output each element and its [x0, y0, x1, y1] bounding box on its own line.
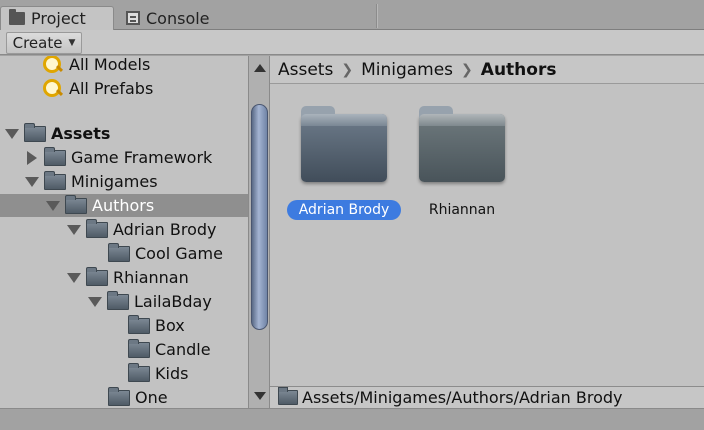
- tab-bar: Project Console: [0, 0, 704, 30]
- folder-icon: [9, 9, 25, 25]
- folder-icon: [44, 170, 66, 190]
- toolbar: Create ▼: [0, 30, 704, 55]
- tree-label: Candle: [155, 340, 211, 359]
- tree-item-authors[interactable]: Authors: [0, 194, 248, 217]
- folder-icon: [86, 266, 108, 286]
- tab-separator: [376, 4, 378, 28]
- tree-label: Minigames: [71, 172, 158, 191]
- chevron-down-icon: [46, 200, 60, 211]
- tree-item-minigames[interactable]: Minigames: [0, 170, 248, 193]
- chevron-down-icon: [67, 224, 81, 235]
- asset-browser: Assets ❯ Minigames ❯ Authors Adrian Brod…: [270, 56, 704, 408]
- caret-down-icon: ▼: [68, 38, 76, 48]
- scroll-thumb[interactable]: [251, 104, 268, 330]
- scroll-down-icon[interactable]: [254, 392, 266, 400]
- tree-item-rhiannan[interactable]: Rhiannan: [0, 266, 248, 289]
- tree-label: Authors: [92, 196, 155, 215]
- tab-console-label: Console: [146, 8, 210, 28]
- tab-project[interactable]: Project: [0, 6, 114, 30]
- create-dropdown-button[interactable]: Create ▼: [6, 32, 82, 54]
- create-label: Create: [12, 34, 63, 52]
- expand-arrow[interactable]: [24, 150, 40, 165]
- tree-item-kids[interactable]: Kids: [0, 362, 248, 385]
- folder-icon: [128, 338, 150, 358]
- folder-icon: [278, 387, 298, 405]
- tree-item-adrian-brody[interactable]: Adrian Brody: [0, 218, 248, 241]
- expand-arrow[interactable]: [66, 272, 82, 283]
- selected-path: Assets/Minigames/Authors/Adrian Brody: [302, 388, 623, 407]
- folder-icon: [24, 122, 46, 142]
- tree-label: Rhiannan: [113, 268, 189, 287]
- selected-path-bar: Assets/Minigames/Authors/Adrian Brody: [270, 386, 704, 408]
- breadcrumb-item-minigames[interactable]: Minigames: [361, 60, 453, 80]
- grid-item-label: Adrian Brody: [286, 200, 402, 220]
- folder-icon: [108, 242, 130, 262]
- project-tree: All Models All Prefabs Assets Game Frame…: [0, 56, 248, 408]
- chevron-right-icon: ❯: [461, 61, 473, 78]
- grid-item-adrian-brody[interactable]: Adrian Brody: [284, 106, 404, 220]
- folder-icon: [419, 106, 505, 182]
- tree-item-game-framework[interactable]: Game Framework: [0, 146, 248, 169]
- tab-console[interactable]: Console: [118, 6, 218, 30]
- folder-icon: [128, 314, 150, 334]
- chevron-right-icon: [27, 150, 37, 165]
- tree-item-assets[interactable]: Assets: [0, 122, 248, 145]
- tree-item-one[interactable]: One: [0, 386, 248, 408]
- chevron-right-icon: ❯: [341, 61, 354, 78]
- tree-label: Cool Game: [135, 244, 223, 263]
- tree-label: All Models: [69, 56, 151, 74]
- folder-icon: [86, 218, 108, 238]
- breadcrumb-item-authors[interactable]: Authors: [481, 60, 557, 80]
- expand-arrow[interactable]: [66, 224, 82, 235]
- chevron-down-icon: [25, 176, 39, 187]
- tree-label: LailaBday: [134, 292, 212, 311]
- expand-arrow[interactable]: [45, 200, 61, 211]
- folder-icon: [65, 194, 87, 214]
- tree-item-lailabday[interactable]: LailaBday: [0, 290, 248, 313]
- folder-icon: [107, 290, 129, 310]
- search-icon: [42, 56, 64, 76]
- tree-scrollbar[interactable]: [248, 56, 270, 408]
- tree-label: Assets: [51, 124, 111, 143]
- tree-item-all-prefabs[interactable]: All Prefabs: [0, 77, 248, 100]
- breadcrumb: Assets ❯ Minigames ❯ Authors: [270, 56, 704, 84]
- tree-label: All Prefabs: [69, 79, 154, 98]
- tree-item-box[interactable]: Box: [0, 314, 248, 337]
- search-icon: [42, 78, 64, 100]
- grid-item-rhiannan[interactable]: Rhiannan: [402, 106, 522, 220]
- folder-icon: [44, 146, 66, 166]
- scroll-up-icon[interactable]: [254, 64, 266, 72]
- tree-label: One: [135, 388, 168, 407]
- tree-label: Game Framework: [71, 148, 213, 167]
- expand-arrow[interactable]: [24, 176, 40, 187]
- expand-arrow[interactable]: [4, 128, 20, 139]
- console-icon: [126, 11, 140, 25]
- tree-item-candle[interactable]: Candle: [0, 338, 248, 361]
- folder-icon: [128, 362, 150, 382]
- tree-label: Kids: [155, 364, 189, 383]
- tree-label: Adrian Brody: [113, 220, 217, 239]
- chevron-down-icon: [5, 128, 19, 139]
- tree-label: Box: [155, 316, 185, 335]
- tree-item-all-models[interactable]: All Models: [0, 56, 248, 76]
- tab-project-label: Project: [31, 9, 86, 28]
- folder-icon: [301, 106, 387, 182]
- breadcrumb-item-assets[interactable]: Assets: [278, 60, 333, 80]
- folder-icon: [108, 386, 130, 406]
- chevron-down-icon: [88, 296, 102, 307]
- chevron-down-icon: [67, 272, 81, 283]
- tree-item-cool-game[interactable]: Cool Game: [0, 242, 248, 265]
- status-bar: [0, 408, 704, 430]
- grid-item-label: Rhiannan: [428, 202, 496, 218]
- expand-arrow[interactable]: [87, 296, 103, 307]
